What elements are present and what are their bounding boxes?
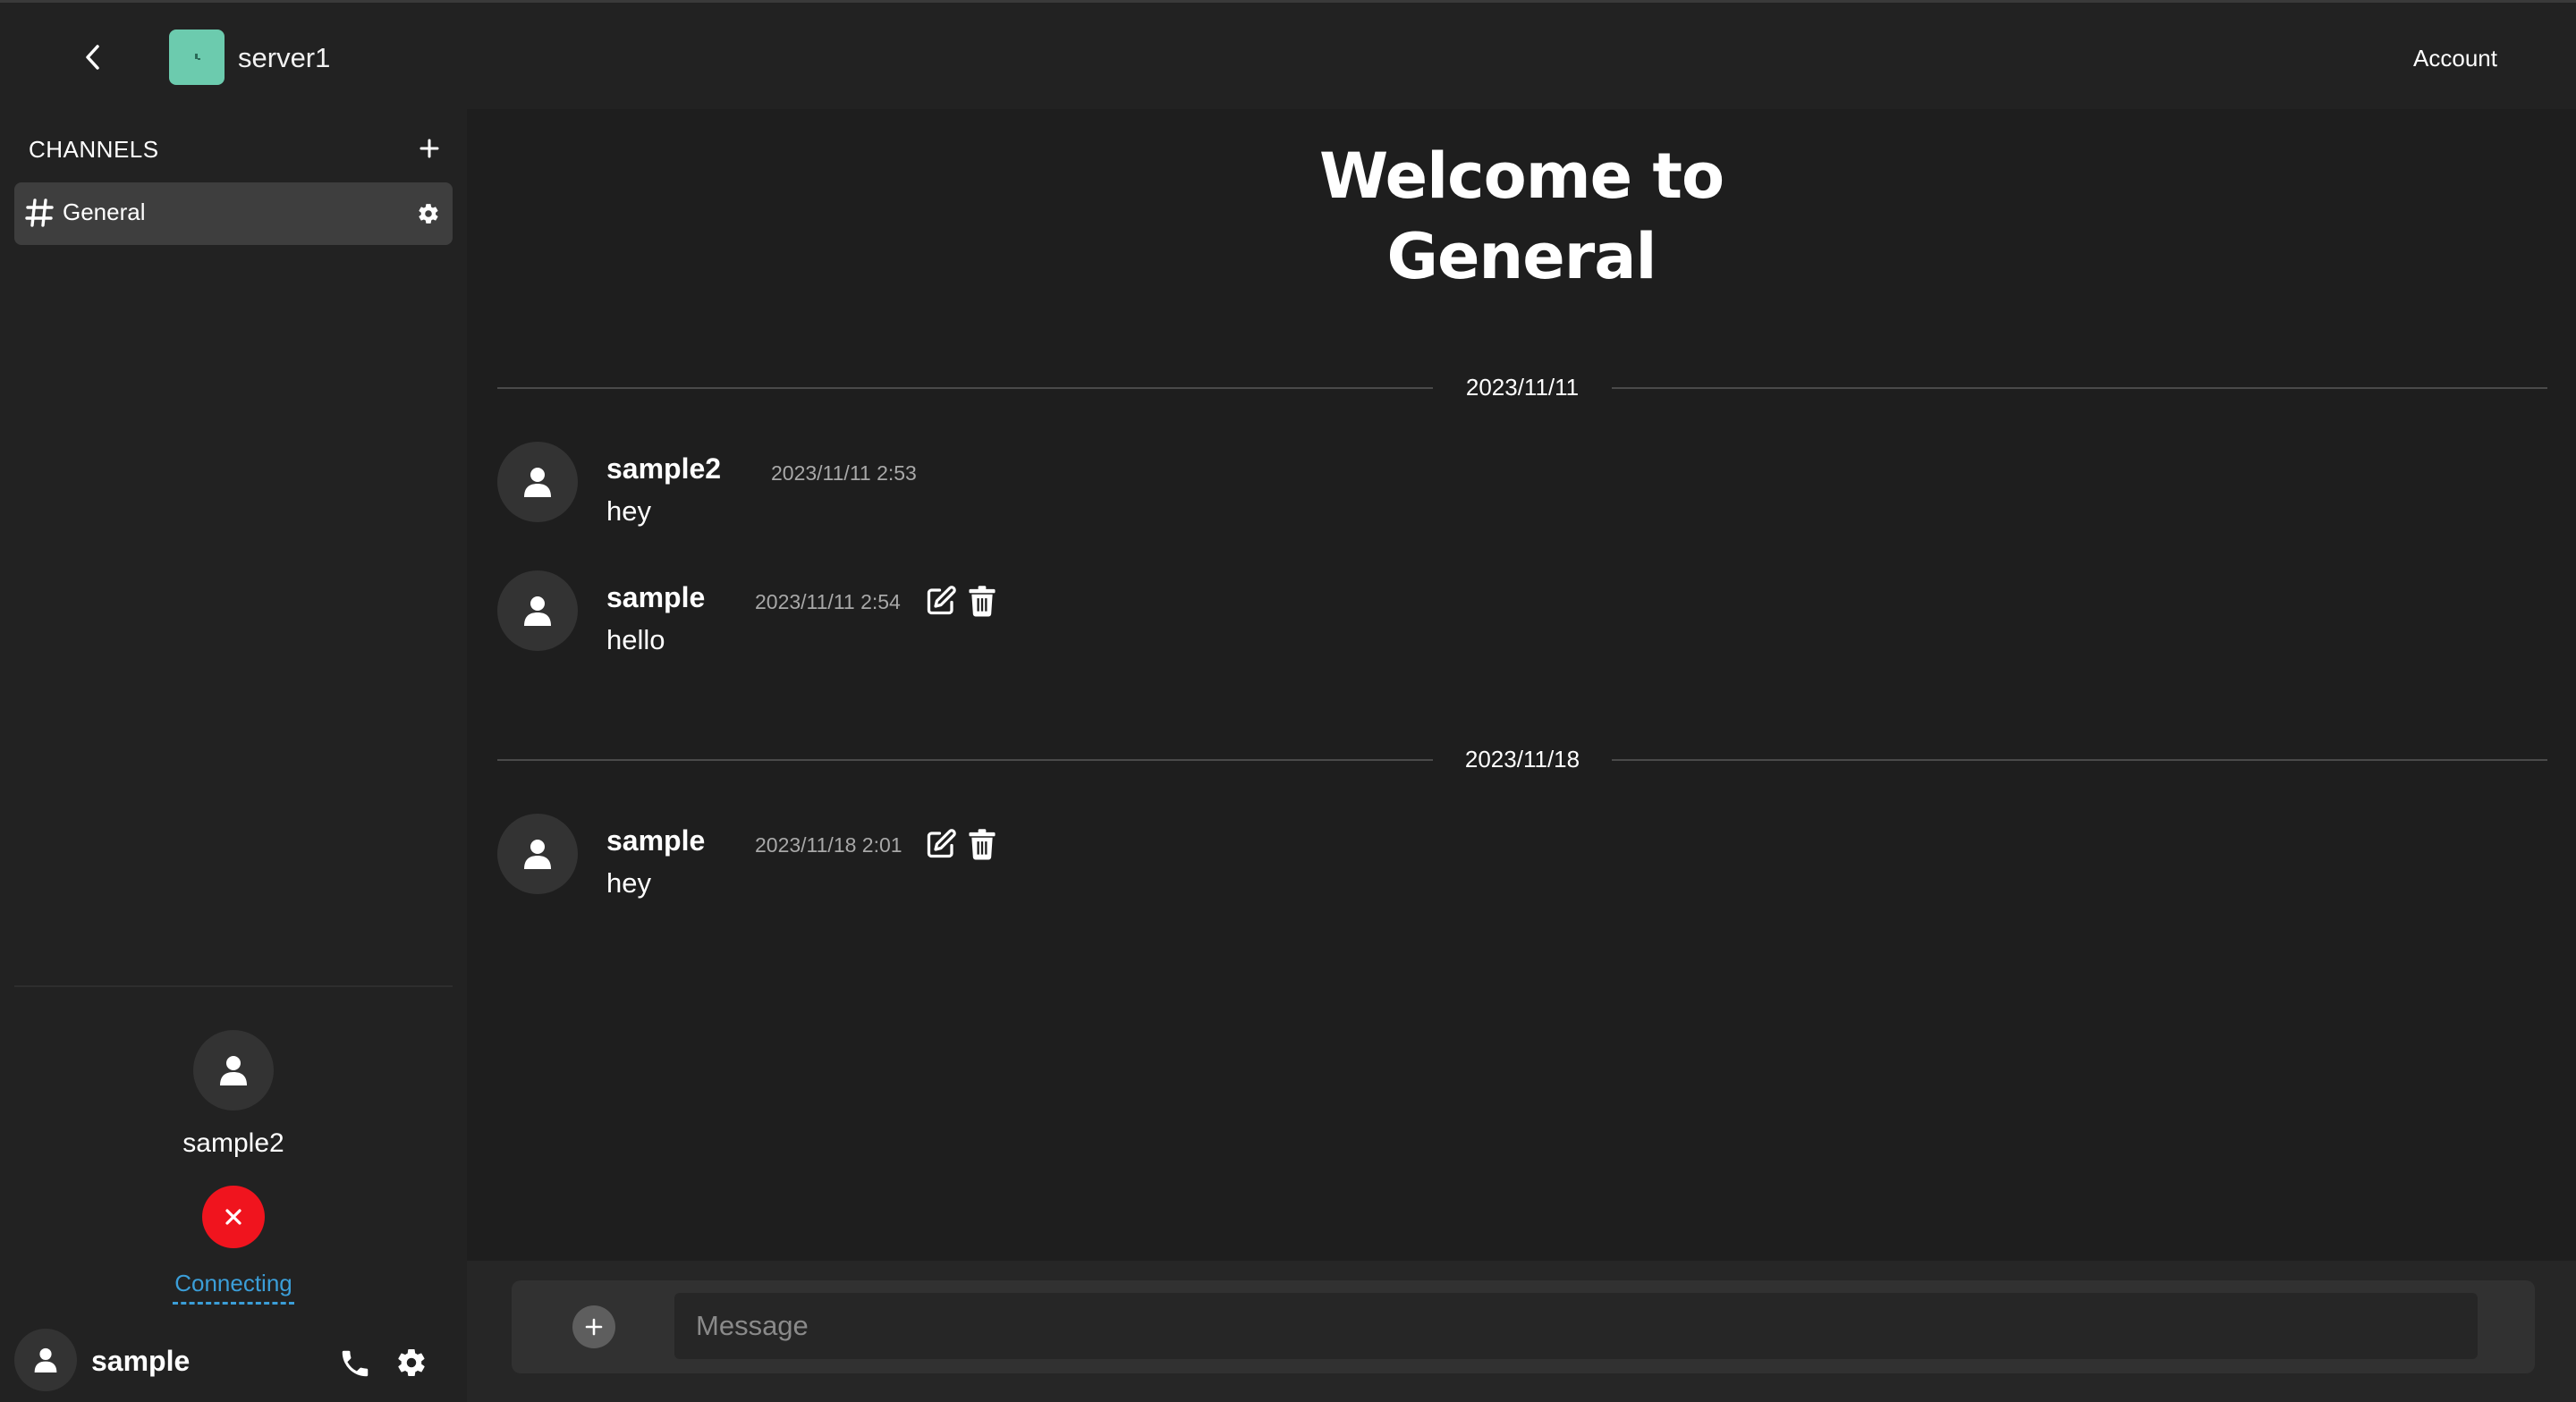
message-author: sample2 bbox=[606, 452, 722, 485]
date-label: 2023/11/18 bbox=[1464, 746, 1580, 773]
back-button[interactable] bbox=[75, 37, 111, 78]
date-separator: 2023/11/11 bbox=[497, 370, 2547, 406]
user-avatar[interactable] bbox=[14, 1329, 77, 1391]
disconnect-button[interactable] bbox=[202, 1186, 265, 1248]
channels-header: CHANNELS bbox=[29, 136, 159, 163]
plus-icon bbox=[585, 1318, 603, 1336]
current-user-name: sample bbox=[91, 1345, 191, 1377]
composer bbox=[512, 1280, 2535, 1373]
user-icon bbox=[220, 1056, 247, 1085]
connection-progress-line bbox=[173, 1302, 294, 1305]
sidebar: CHANNELS General sample2 Connecting samp… bbox=[0, 109, 467, 1402]
message-timestamp: 2023/11/11 2:54 bbox=[755, 590, 901, 613]
user-icon bbox=[524, 468, 551, 497]
message: sample 2023/11/11 2:54 hello bbox=[497, 570, 1571, 660]
server-logo[interactable] bbox=[169, 30, 225, 85]
user-icon bbox=[524, 596, 551, 626]
trash-icon[interactable] bbox=[968, 828, 996, 860]
sidebar-divider bbox=[14, 985, 453, 987]
date-separator: 2023/11/18 bbox=[497, 742, 2547, 778]
date-label: 2023/11/11 bbox=[1465, 374, 1580, 401]
message-text: hey bbox=[606, 495, 651, 527]
voice-participant-avatar bbox=[193, 1030, 274, 1111]
phone-icon[interactable] bbox=[338, 1347, 372, 1381]
message: sample2 2023/11/11 2:53 hey bbox=[497, 442, 1571, 531]
plus-icon bbox=[419, 139, 439, 158]
chevron-left-icon bbox=[86, 45, 99, 70]
welcome-title: Welcome to General bbox=[467, 136, 2576, 297]
server-name: server1 bbox=[238, 42, 331, 73]
message-timestamp: 2023/11/11 2:53 bbox=[771, 461, 917, 485]
chat-area: Welcome to General 2023/11/11 sample2 20… bbox=[467, 109, 2576, 1402]
welcome-line-2: General bbox=[1386, 220, 1657, 293]
close-icon bbox=[225, 1209, 242, 1225]
edit-icon[interactable] bbox=[925, 585, 957, 617]
edit-icon[interactable] bbox=[925, 828, 957, 860]
channel-label: General bbox=[63, 198, 146, 225]
server-logo-icon bbox=[195, 54, 200, 60]
message-avatar[interactable] bbox=[497, 442, 578, 522]
message: sample 2023/11/18 2:01 hey bbox=[497, 814, 1571, 903]
message-author: sample bbox=[606, 824, 706, 857]
connection-status: Connecting bbox=[174, 1270, 292, 1296]
voice-participant-name: sample2 bbox=[182, 1128, 284, 1158]
account-link[interactable]: Account bbox=[2413, 40, 2497, 76]
user-icon bbox=[34, 1347, 57, 1372]
user-panel: sample bbox=[0, 1307, 467, 1402]
message-timestamp: 2023/11/18 2:01 bbox=[755, 833, 902, 857]
message-text: hey bbox=[606, 867, 651, 899]
top-bar: server1 Account bbox=[0, 0, 2576, 109]
app-window: server1 Account CHANNELS General sample2… bbox=[0, 0, 2576, 1402]
message-avatar[interactable] bbox=[497, 814, 578, 894]
composer-area bbox=[467, 1261, 2576, 1402]
gear-icon[interactable] bbox=[417, 202, 440, 225]
add-channel-button[interactable] bbox=[415, 134, 444, 163]
message-author: sample bbox=[606, 581, 706, 613]
hash-icon bbox=[25, 198, 54, 227]
gear-icon[interactable] bbox=[395, 1347, 428, 1379]
user-icon bbox=[524, 840, 551, 869]
message-input[interactable] bbox=[674, 1293, 2478, 1359]
message-avatar[interactable] bbox=[497, 570, 578, 651]
message-text: hello bbox=[606, 624, 665, 655]
welcome-line-1: Welcome to bbox=[1318, 139, 1724, 213]
channel-item-general[interactable]: General bbox=[14, 182, 453, 245]
trash-icon[interactable] bbox=[968, 585, 996, 617]
attach-button[interactable] bbox=[572, 1305, 615, 1348]
